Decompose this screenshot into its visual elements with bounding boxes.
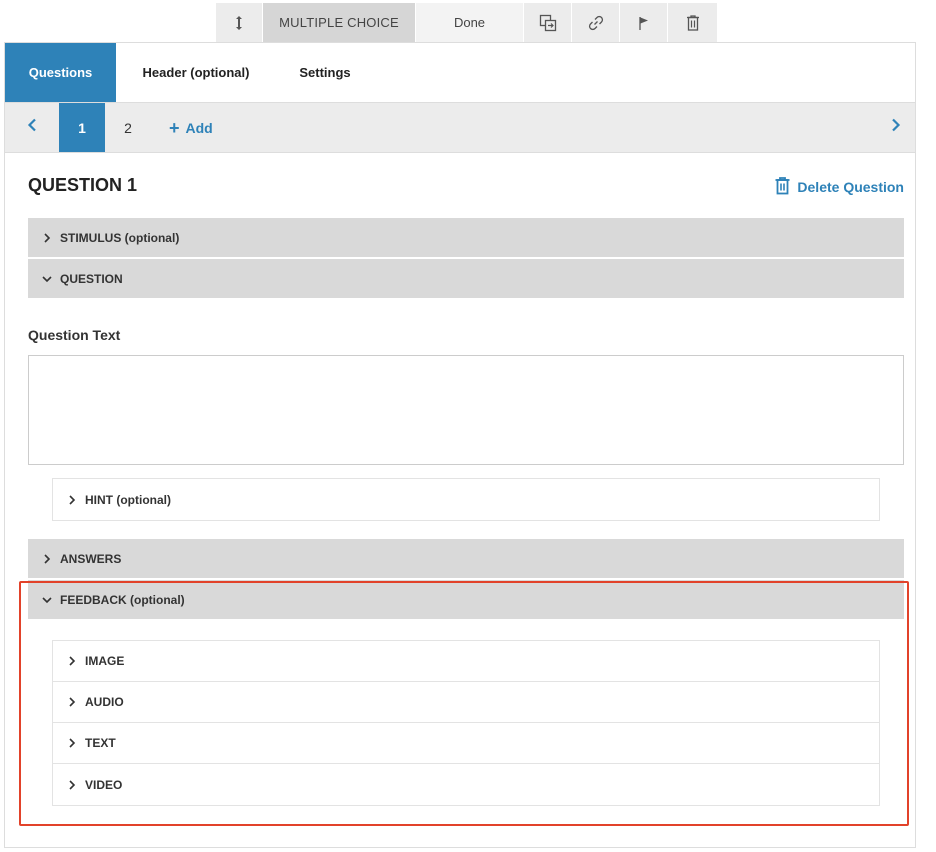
feedback-video-label: VIDEO	[85, 777, 123, 792]
link-button[interactable]	[572, 3, 620, 42]
question-number-1[interactable]: 1	[59, 103, 105, 152]
chevron-right-icon	[67, 738, 77, 748]
chevron-down-icon	[42, 595, 52, 605]
hint-box: HINT (optional)	[52, 478, 880, 521]
move-handle-button[interactable]	[216, 3, 263, 42]
question-text-input[interactable]	[28, 355, 904, 465]
add-question-button[interactable]: + Add	[169, 119, 213, 137]
answers-section-label: ANSWERS	[60, 551, 122, 566]
delete-question-button[interactable]: Delete Question	[774, 176, 904, 198]
flag-button[interactable]	[620, 3, 668, 42]
question-content: QUESTION 1 Delete Question STIMULUS (opt…	[28, 152, 904, 818]
plus-icon: +	[169, 117, 180, 138]
stimulus-section-toggle[interactable]: STIMULUS (optional)	[28, 218, 904, 257]
feedback-audio-toggle[interactable]: AUDIO	[53, 682, 879, 723]
hint-section-label: HINT (optional)	[85, 492, 171, 507]
tab-settings[interactable]: Settings	[276, 43, 374, 102]
feedback-text-toggle[interactable]: TEXT	[53, 723, 879, 764]
tab-header[interactable]: Header (optional)	[116, 43, 276, 102]
stimulus-section-label: STIMULUS (optional)	[60, 230, 180, 245]
question-text-label: Question Text	[28, 327, 121, 343]
question-type-button[interactable]: MULTIPLE CHOICE	[263, 3, 416, 42]
chevron-right-icon	[67, 494, 77, 505]
add-question-label: Add	[185, 119, 213, 136]
next-question-button[interactable]	[881, 103, 911, 152]
link-icon	[587, 14, 605, 32]
question-number-2[interactable]: 2	[105, 103, 151, 152]
question-title: QUESTION 1	[28, 175, 138, 195]
editor-tabs: Questions Header (optional) Settings	[5, 43, 915, 103]
delete-button[interactable]	[668, 3, 718, 42]
feedback-section-label: FEEDBACK (optional)	[60, 592, 185, 607]
feedback-text-label: TEXT	[85, 736, 116, 750]
feedback-items-box: IMAGE AUDIO TEXT VIDEO	[52, 640, 880, 806]
done-button[interactable]: Done	[416, 3, 524, 42]
question-navigator: 1 2 + Add	[5, 103, 915, 153]
question-header: QUESTION 1 Delete Question	[28, 152, 904, 218]
chevron-down-icon	[42, 274, 52, 284]
trash-icon	[685, 14, 701, 32]
feedback-audio-label: AUDIO	[85, 695, 124, 709]
feedback-image-label: IMAGE	[85, 654, 125, 668]
question-section-toggle[interactable]: QUESTION	[28, 259, 904, 298]
feedback-body: IMAGE AUDIO TEXT VIDEO	[28, 621, 904, 818]
question-toolbar: MULTIPLE CHOICE Done	[216, 3, 718, 42]
feedback-video-toggle[interactable]: VIDEO	[53, 764, 879, 805]
duplicate-button[interactable]	[524, 3, 572, 42]
chevron-right-icon	[67, 697, 77, 707]
chevron-right-icon	[891, 118, 901, 137]
duplicate-icon	[539, 14, 557, 32]
flag-icon	[637, 15, 651, 31]
chevron-right-icon	[42, 232, 52, 243]
answers-section-toggle[interactable]: ANSWERS	[28, 539, 904, 578]
vertical-resize-icon	[234, 15, 244, 31]
chevron-right-icon	[42, 553, 52, 564]
delete-question-label: Delete Question	[797, 179, 904, 195]
tab-questions[interactable]: Questions	[5, 43, 116, 102]
question-section-label: QUESTION	[60, 271, 123, 286]
chevron-right-icon	[67, 779, 77, 790]
feedback-image-toggle[interactable]: IMAGE	[53, 641, 879, 682]
hint-section-toggle[interactable]: HINT (optional)	[53, 479, 879, 520]
chevron-left-icon	[27, 118, 37, 137]
trash-icon	[774, 176, 791, 198]
chevron-right-icon	[67, 656, 77, 666]
previous-question-button[interactable]	[5, 103, 59, 152]
feedback-section-toggle[interactable]: FEEDBACK (optional)	[28, 580, 904, 619]
